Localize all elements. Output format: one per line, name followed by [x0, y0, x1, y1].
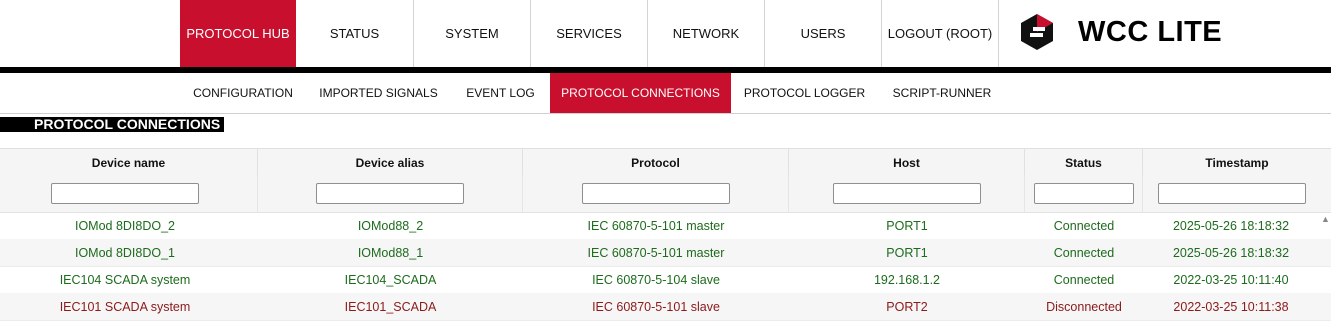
device-alias-cell: IEC101_SCADA [344, 299, 437, 314]
filter-cell [0, 175, 258, 212]
filter-cell [523, 175, 789, 212]
column-header-protocol[interactable]: Protocol [523, 149, 789, 176]
scroll-up-icon[interactable]: ▲ [1321, 214, 1330, 224]
filter-cell [1025, 175, 1143, 212]
subnav-label: PROTOCOL LOGGER [743, 86, 866, 100]
column-header-status[interactable]: Status [1025, 149, 1143, 176]
status-cell: Disconnected [1046, 299, 1122, 314]
nav-label: STATUS [329, 26, 380, 41]
protocol-cell: IEC 60870-5-101 slave [592, 299, 720, 314]
host-cell: PORT1 [886, 245, 928, 260]
timestamp-cell: 2022-03-25 10:11:38 [1173, 299, 1289, 314]
column-header-device-alias[interactable]: Device alias [258, 149, 523, 176]
timestamp-cell: 2025-05-26 18:18:32 [1172, 218, 1290, 233]
section-title-bar: PROTOCOL CONNECTIONS [0, 117, 224, 132]
subnav-event-log[interactable]: EVENT LOG [451, 73, 550, 113]
nav-label: PROTOCOL HUB [186, 26, 290, 41]
table-filter-row [0, 175, 1331, 213]
sub-navigation: CONFIGURATION IMPORTED SIGNALS EVENT LOG… [0, 73, 1331, 114]
filter-protocol-input[interactable] [581, 183, 730, 204]
table-row[interactable]: IOMod 8DI8DO_2 IOMod88_2 IEC 60870-5-101… [0, 212, 1331, 240]
subnav-protocol-logger[interactable]: PROTOCOL LOGGER [731, 73, 878, 113]
filter-cell [258, 175, 523, 212]
subnav-imported-signals[interactable]: IMPORTED SIGNALS [306, 73, 451, 113]
nav-label: USERS [800, 26, 846, 41]
nav-status[interactable]: STATUS [296, 0, 414, 67]
section-title: PROTOCOL CONNECTIONS [34, 116, 221, 132]
filter-device-name-input[interactable] [50, 183, 199, 204]
timestamp-cell: 2022-03-25 10:11:40 [1173, 272, 1289, 287]
device-alias-cell: IOMod88_1 [357, 245, 424, 260]
filter-device-alias-input[interactable] [316, 183, 464, 204]
nav-users[interactable]: USERS [765, 0, 882, 67]
device-name-cell: IEC101 SCADA system [59, 299, 191, 314]
subnav-protocol-connections[interactable]: PROTOCOL CONNECTIONS [550, 73, 731, 113]
filter-cell [789, 175, 1025, 212]
table-row[interactable]: IOMod 8DI8DO_1 IOMod88_1 IEC 60870-5-101… [0, 239, 1331, 267]
table-header-row: Device name Device alias Protocol Host S… [0, 148, 1331, 177]
nav-label: LOGOUT (ROOT) [887, 26, 993, 41]
nav-logout[interactable]: LOGOUT (ROOT) [882, 0, 999, 67]
device-name-cell: IEC104 SCADA system [59, 272, 191, 287]
brand-name: WCC LITE [1078, 15, 1223, 48]
table-row[interactable]: IEC104 SCADA system IEC104_SCADA IEC 608… [0, 266, 1331, 294]
protocol-cell: IEC 60870-5-101 master [587, 245, 725, 260]
subnav-label: CONFIGURATION [193, 86, 293, 100]
subnav-label: IMPORTED SIGNALS [319, 86, 438, 100]
timestamp-cell: 2025-05-26 18:18:32 [1172, 245, 1290, 260]
nav-label: SYSTEM [445, 26, 499, 41]
protocol-cell: IEC 60870-5-104 slave [592, 272, 720, 287]
column-header-timestamp[interactable]: Timestamp [1143, 149, 1331, 176]
host-cell: PORT1 [886, 218, 928, 233]
top-navigation: PROTOCOL HUB STATUS SYSTEM SERVICES NETW… [0, 0, 1331, 67]
nav-system[interactable]: SYSTEM [414, 0, 531, 67]
host-cell: 192.168.1.2 [873, 272, 941, 287]
device-name-cell: IOMod 8DI8DO_2 [74, 218, 176, 233]
filter-status-input[interactable] [1033, 183, 1134, 204]
brand[interactable]: WCC LITE [1020, 12, 1222, 52]
device-alias-cell: IEC104_SCADA [344, 272, 437, 287]
host-cell: PORT2 [886, 299, 928, 314]
subnav-script-runner[interactable]: SCRIPT-RUNNER [878, 73, 1006, 113]
nav-label: NETWORK [672, 26, 740, 41]
filter-timestamp-input[interactable] [1158, 183, 1306, 204]
status-cell: Connected [1053, 218, 1115, 233]
nav-network[interactable]: NETWORK [648, 0, 765, 67]
column-header-device-name[interactable]: Device name [0, 149, 258, 176]
subnav-configuration[interactable]: CONFIGURATION [180, 73, 306, 113]
filter-host-input[interactable] [832, 183, 981, 204]
nav-label: SERVICES [556, 26, 622, 41]
filter-cell [1143, 175, 1331, 212]
status-cell: Connected [1053, 245, 1115, 260]
status-cell: Connected [1053, 272, 1115, 287]
wcc-logo-icon [1021, 14, 1053, 50]
device-name-cell: IOMod 8DI8DO_1 [74, 245, 176, 260]
subnav-label: SCRIPT-RUNNER [892, 86, 992, 100]
protocol-cell: IEC 60870-5-101 master [587, 218, 725, 233]
column-header-host[interactable]: Host [789, 149, 1025, 176]
subnav-label: EVENT LOG [466, 86, 535, 100]
nav-services[interactable]: SERVICES [531, 0, 648, 67]
table-row[interactable]: IEC101 SCADA system IEC101_SCADA IEC 608… [0, 293, 1331, 321]
subnav-label: PROTOCOL CONNECTIONS [561, 86, 720, 100]
nav-protocol-hub[interactable]: PROTOCOL HUB [180, 0, 296, 67]
device-alias-cell: IOMod88_2 [357, 218, 424, 233]
